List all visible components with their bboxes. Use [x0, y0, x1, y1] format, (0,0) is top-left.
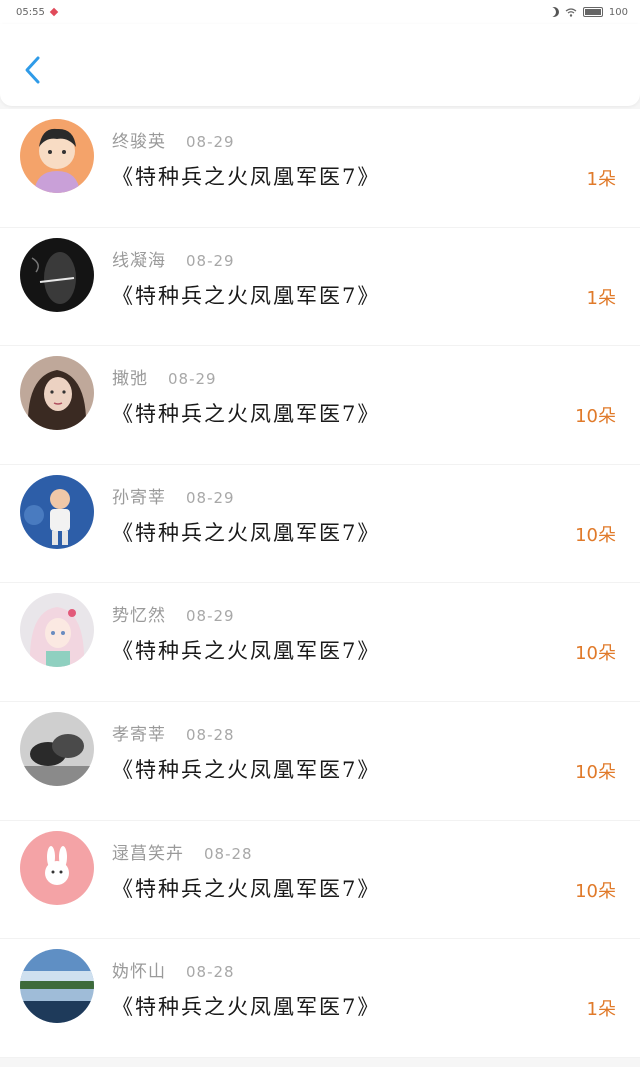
name-line: 线凝海 08-29 — [112, 246, 235, 271]
bw-couple-avatar — [20, 711, 94, 786]
flower-count: 10朵 — [575, 761, 616, 783]
list-item[interactable]: 势忆然 08-29 《特种兵之火凤凰军医7》 10朵 — [0, 583, 640, 702]
list-item[interactable]: 逯菖笑卉 08-28 《特种兵之火凤凰军医7》 10朵 — [0, 820, 640, 940]
notification-icon — [49, 7, 59, 17]
gift-date: 08-28 — [204, 844, 253, 863]
book-title: 《特种兵之火凤凰军医7》 — [112, 283, 381, 308]
wifi-icon — [565, 7, 577, 17]
header — [0, 24, 640, 106]
user-name: 孙寄莘 — [112, 487, 166, 508]
user-name: 势忆然 — [112, 606, 166, 627]
user-name: 撖弛 — [112, 369, 148, 390]
user-name: 妫怀山 — [112, 962, 166, 983]
status-left: 05:55 — [16, 6, 59, 18]
name-line: 孙寄莘 08-29 — [112, 483, 235, 508]
flower-count: 1朵 — [586, 287, 616, 309]
status-right: 100 — [549, 7, 628, 18]
back-button[interactable] — [18, 50, 48, 90]
name-line: 撖弛 08-29 — [112, 364, 217, 389]
avatar[interactable] — [20, 237, 94, 312]
cartoon-boy-avatar — [20, 119, 94, 193]
book-title: 《特种兵之火凤凰军医7》 — [112, 639, 381, 664]
gift-date: 08-29 — [168, 370, 217, 389]
flower-count: 10朵 — [575, 880, 616, 902]
avatar[interactable] — [20, 593, 94, 668]
avatar[interactable] — [20, 949, 94, 1024]
user-name: 终骏英 — [112, 132, 166, 152]
name-line: 终骏英 08-29 — [112, 127, 235, 152]
user-name: 孝寄莘 — [112, 724, 166, 745]
book-title: 《特种兵之火凤凰军医7》 — [112, 520, 381, 545]
book-title: 《特种兵之火凤凰军医7》 — [112, 402, 381, 427]
book-title: 《特种兵之火凤凰军医7》 — [112, 757, 381, 782]
flower-count: 10朵 — [575, 643, 616, 665]
chevron-left-icon — [25, 56, 40, 84]
name-line: 势忆然 08-29 — [112, 601, 235, 626]
gift-date: 08-29 — [186, 488, 235, 507]
gift-list: 终骏英 08-29 《特种兵之火凤凰军医7》 1朵 线凝海 08-29 《特种兵… — [0, 109, 640, 1058]
anime-girl-avatar — [20, 593, 94, 668]
name-line: 妫怀山 08-28 — [112, 957, 235, 982]
list-item[interactable]: 线凝海 08-29 《特种兵之火凤凰军医7》 1朵 — [0, 227, 640, 347]
baby-photo-avatar — [20, 474, 94, 549]
list-item[interactable]: 妫怀山 08-28 《特种兵之火凤凰军医7》 1朵 — [0, 939, 640, 1058]
landscape-avatar — [20, 949, 94, 1024]
avatar[interactable] — [20, 119, 94, 193]
user-name: 逯菖笑卉 — [112, 843, 184, 864]
status-bar: 05:55 100 — [0, 0, 640, 24]
list-item[interactable]: 终骏英 08-29 《特种兵之火凤凰军医7》 1朵 — [0, 109, 640, 228]
book-title: 《特种兵之火凤凰军医7》 — [112, 876, 381, 901]
flower-count: 10朵 — [575, 406, 616, 428]
gift-date: 08-29 — [186, 133, 235, 151]
battery-level: 100 — [608, 6, 628, 18]
user-name: 线凝海 — [112, 250, 166, 271]
gift-date: 08-29 — [186, 607, 235, 626]
book-title: 《特种兵之火凤凰军医7》 — [112, 995, 381, 1020]
name-line: 孝寄莘 08-28 — [112, 720, 235, 745]
book-title: 《特种兵之火凤凰军医7》 — [112, 165, 381, 189]
girl-portrait-avatar — [20, 356, 94, 431]
list-item[interactable]: 撖弛 08-29 《特种兵之火凤凰军医7》 10朵 — [0, 346, 640, 465]
gift-date: 08-28 — [186, 963, 235, 982]
avatar[interactable] — [20, 474, 94, 549]
flower-count: 1朵 — [586, 999, 616, 1021]
list-item[interactable]: 孝寄莘 08-28 《特种兵之火凤凰军医7》 10朵 — [0, 701, 640, 821]
avatar[interactable] — [20, 711, 94, 786]
flower-count: 10朵 — [575, 524, 616, 546]
pink-bunny-avatar — [20, 830, 94, 905]
avatar[interactable] — [20, 356, 94, 431]
dark-smoke-avatar — [20, 237, 94, 312]
gift-date: 08-28 — [186, 725, 235, 744]
name-line: 逯菖笑卉 08-28 — [112, 839, 253, 864]
gift-date: 08-29 — [186, 251, 235, 270]
moon-icon — [549, 7, 559, 17]
list-item[interactable]: 孙寄莘 08-29 《特种兵之火凤凰军医7》 10朵 — [0, 464, 640, 584]
avatar[interactable] — [20, 830, 94, 905]
flower-count: 1朵 — [586, 169, 616, 190]
status-time: 05:55 — [16, 6, 45, 18]
battery-icon — [582, 7, 603, 17]
